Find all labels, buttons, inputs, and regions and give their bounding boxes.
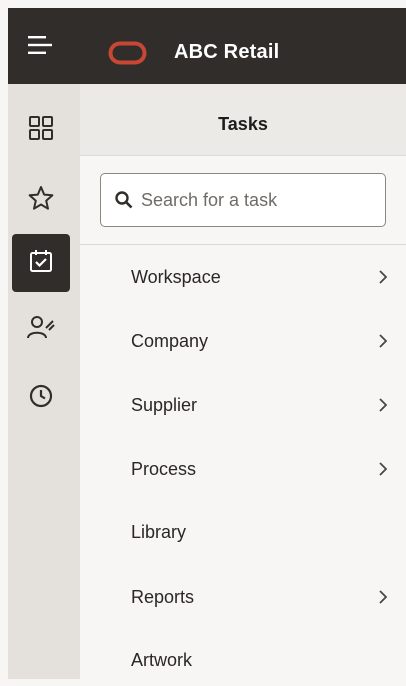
rail-item-recent[interactable] [12, 369, 70, 427]
divider [80, 244, 406, 245]
grid-icon [28, 115, 54, 146]
oracle-logo-icon [108, 41, 154, 65]
task-item-supplier[interactable]: Supplier [80, 379, 406, 431]
rail-item-contacts[interactable] [12, 301, 70, 359]
chevron-right-icon [378, 333, 388, 349]
task-item-reports[interactable]: Reports [80, 571, 406, 623]
task-label: Reports [131, 587, 195, 607]
chevron-right-icon [378, 461, 388, 477]
search-input[interactable] [141, 184, 379, 216]
task-label: Process [131, 459, 197, 479]
task-item-artwork[interactable]: Artwork [80, 634, 406, 686]
task-label: Company [131, 331, 209, 351]
star-icon [27, 184, 55, 217]
chevron-right-icon [378, 269, 388, 285]
brand-name[interactable]: ABC Retail [174, 40, 279, 64]
panel-header: Tasks [80, 84, 406, 156]
task-item-library[interactable]: Library [80, 506, 406, 558]
task-label: Artwork [131, 650, 193, 670]
app-header: ABC Retail [8, 8, 406, 84]
clock-icon [28, 383, 54, 414]
rail-item-dashboard[interactable] [12, 101, 70, 159]
search-box[interactable] [100, 173, 386, 227]
rail-item-tasks[interactable] [12, 234, 70, 292]
chevron-right-icon [378, 397, 388, 413]
rail-item-favorites[interactable] [12, 171, 70, 229]
task-label: Library [131, 522, 187, 542]
search-icon [115, 191, 133, 209]
people-icon [26, 314, 56, 347]
chevron-right-icon [378, 589, 388, 605]
task-item-company[interactable]: Company [80, 315, 406, 367]
hamburger-menu-icon[interactable] [28, 35, 52, 55]
left-nav-rail [8, 84, 80, 679]
task-item-process[interactable]: Process [80, 443, 406, 495]
task-label: Workspace [131, 267, 221, 287]
task-label: Supplier [131, 395, 198, 415]
calendar-check-icon [28, 248, 54, 279]
panel-title: Tasks [218, 114, 268, 134]
task-item-workspace[interactable]: Workspace [80, 251, 406, 303]
tasks-panel: Tasks Workspace Company Supplier Process [80, 84, 406, 679]
